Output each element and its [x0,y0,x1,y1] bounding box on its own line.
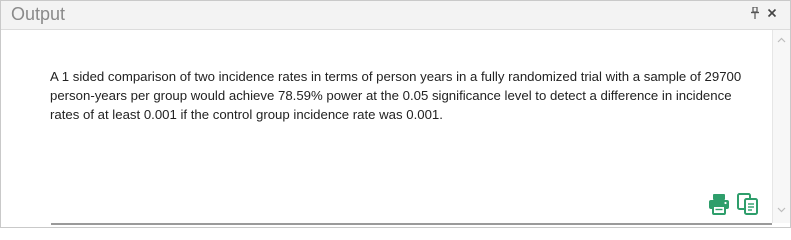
close-icon[interactable] [767,8,777,18]
pin-icon[interactable] [748,6,762,21]
panel-titlebar: Output [1,1,790,30]
output-text: A 1 sided comparison of two incidence ra… [50,69,742,122]
scroll-down-icon[interactable] [777,206,786,215]
output-panel: Output A 1 sided comparison of two incid… [0,0,791,228]
panel-title: Output [11,4,66,24]
output-content: A 1 sided comparison of two incidence ra… [2,30,772,223]
vertical-scrollbar[interactable] [772,30,790,223]
close-button[interactable] [765,7,779,21]
printer-icon[interactable] [707,192,731,216]
scroll-up-icon[interactable] [777,36,786,45]
copy-icon[interactable] [736,192,760,216]
bottom-divider [51,223,772,225]
